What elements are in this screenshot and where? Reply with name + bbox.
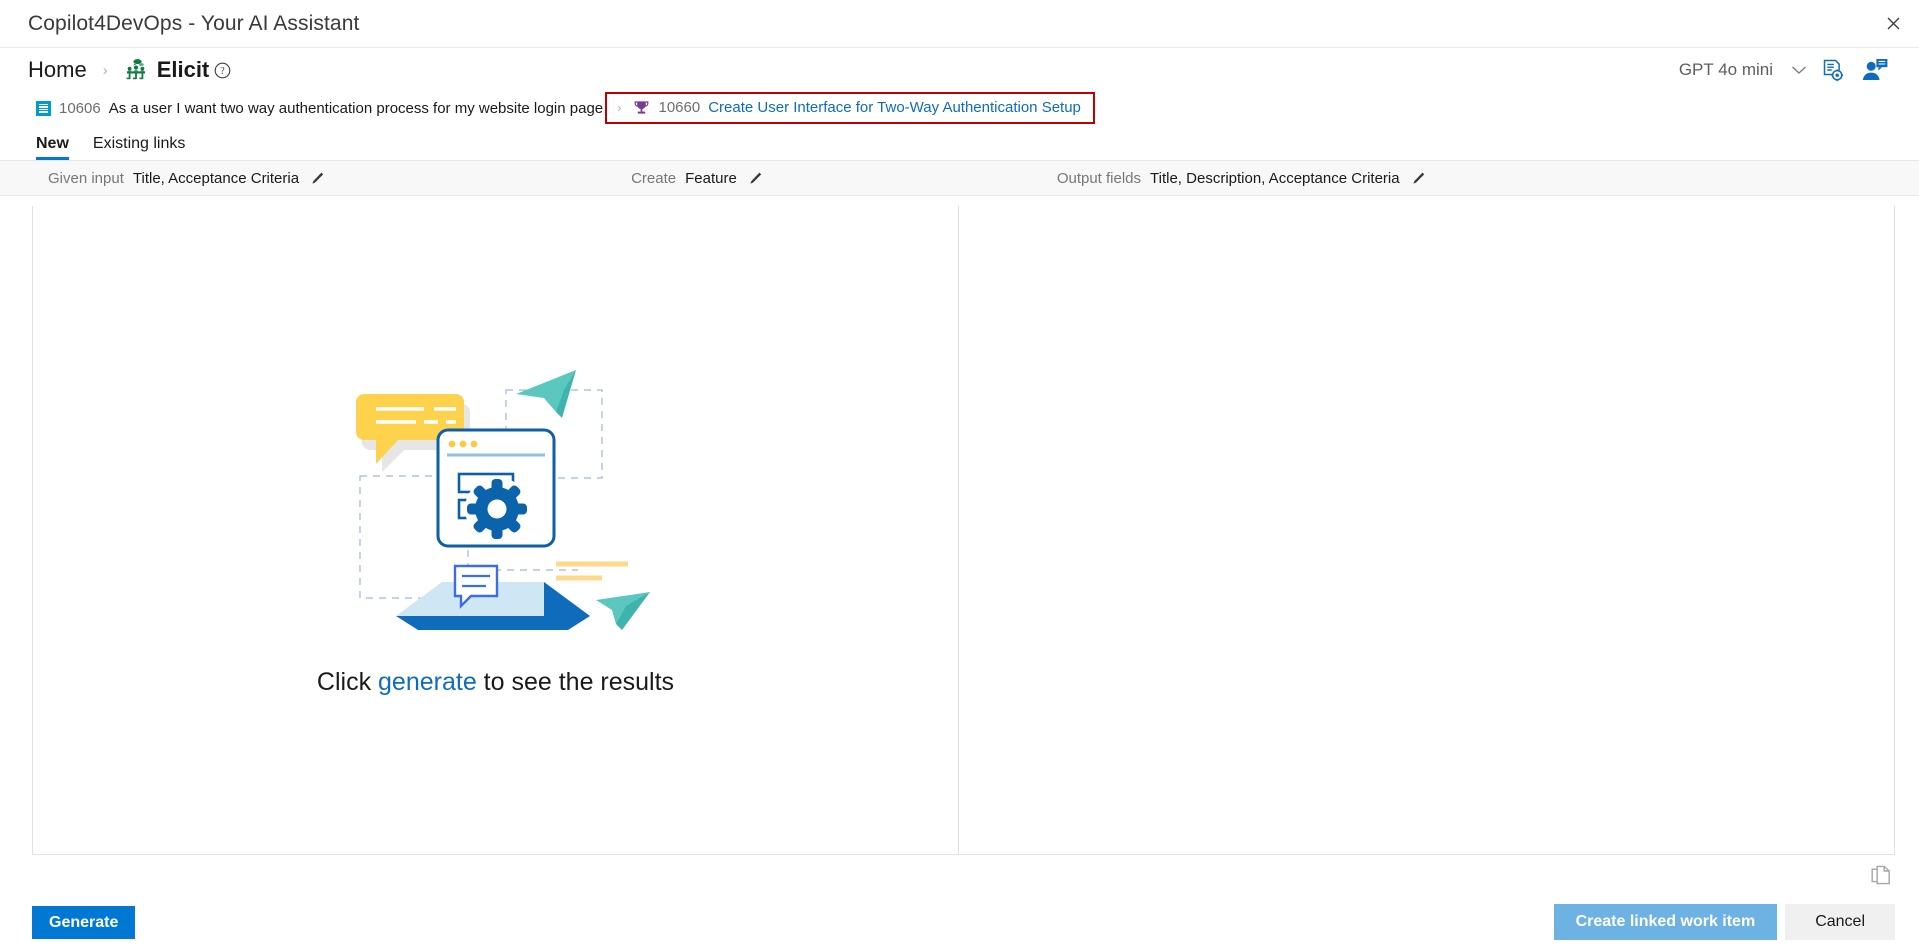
create-type-group: Create Feature [631, 170, 763, 187]
close-window-button[interactable] [1867, 0, 1919, 47]
tab-bar: New Existing links [0, 124, 1919, 160]
breadcrumb: Home › Elicit ? GPT 4o mini [0, 48, 1919, 92]
generation-settings-bar: Given input Title, Acceptance Criteria C… [0, 160, 1919, 196]
copy-strip [0, 855, 1919, 895]
footer-right-actions: Create linked work item Cancel [1553, 904, 1895, 940]
breadcrumb-separator: › [102, 61, 108, 79]
model-selector-chevron[interactable] [1787, 59, 1811, 81]
pencil-icon [1412, 172, 1424, 184]
target-work-item-id: 10660 [658, 99, 701, 116]
help-button[interactable]: ? [214, 62, 231, 79]
pencil-icon [750, 172, 762, 184]
target-work-item-title[interactable]: Create User Interface for Two-Way Authen… [708, 99, 1081, 116]
chevron-down-icon [1792, 66, 1806, 74]
empty-state-text: Click generate to see the results [317, 668, 674, 697]
source-work-item-id: 10606 [59, 99, 101, 117]
target-work-item-highlight[interactable]: › 10660 Create User Interface for Two-Wa… [605, 92, 1095, 124]
content-area: Click generate to see the results [32, 206, 1895, 855]
input-pane: Click generate to see the results [33, 206, 959, 854]
generate-link[interactable]: generate [378, 668, 477, 696]
copy-results-button[interactable] [1871, 865, 1891, 886]
output-fields-label: Output fields [1056, 169, 1142, 187]
footer-bar: Generate Create linked work item Cancel [0, 895, 1919, 949]
tab-new[interactable]: New [36, 135, 69, 160]
persona-button[interactable] [1853, 53, 1895, 87]
window-titlebar: Copilot4DevOps - Your AI Assistant [0, 0, 1919, 48]
pencil-icon [312, 172, 324, 184]
source-work-item[interactable]: 10606 As a user I want two way authentic… [36, 100, 603, 117]
given-input-label: Given input [48, 169, 124, 187]
create-linked-work-item-button[interactable]: Create linked work item [1553, 904, 1778, 940]
copilot4devops-window: Copilot4DevOps - Your AI Assistant Home … [0, 0, 1919, 949]
given-input-value: Title, Acceptance Criteria [132, 169, 300, 187]
source-work-item-title: As a user I want two way authentication … [108, 99, 604, 117]
generate-results-illustration [356, 369, 651, 630]
empty-state: Click generate to see the results [317, 348, 674, 697]
create-value: Feature [685, 169, 737, 187]
create-label: Create [631, 169, 677, 187]
user-story-icon [36, 100, 51, 116]
output-fields-value: Title, Description, Acceptance Criteria [1150, 169, 1400, 187]
help-circle-icon: ? [214, 62, 231, 78]
empty-text-before: Click [316, 667, 379, 696]
tab-existing-links[interactable]: Existing links [93, 135, 185, 160]
breadcrumb-left: Home › Elicit ? [28, 57, 231, 83]
model-selector-label[interactable]: GPT 4o mini [1679, 60, 1773, 80]
document-settings-icon [1823, 59, 1843, 81]
copy-pages-icon [1871, 865, 1890, 884]
target-work-item[interactable]: 10660 Create User Interface for Two-Way … [633, 99, 1081, 116]
results-pane [959, 206, 1894, 854]
generate-button[interactable]: Generate [32, 905, 136, 939]
elicit-people-icon [126, 59, 145, 80]
window-title: Copilot4DevOps - Your AI Assistant [28, 11, 360, 35]
work-item-arrow: › [617, 100, 622, 115]
prompt-settings-button[interactable] [1811, 53, 1853, 87]
empty-text-after: to see the results [476, 667, 675, 696]
work-item-link-bar: 10606 As a user I want two way authentic… [0, 92, 1919, 124]
output-fields-edit-button[interactable] [1411, 171, 1426, 186]
cancel-button[interactable]: Cancel [1785, 904, 1895, 940]
breadcrumb-current-label: Elicit [156, 57, 210, 82]
svg-text:?: ? [221, 66, 226, 77]
close-icon [1887, 17, 1899, 30]
breadcrumb-item-home[interactable]: Home [28, 57, 87, 83]
breadcrumb-item-elicit[interactable]: Elicit [124, 57, 210, 83]
person-chat-icon [1862, 58, 1887, 80]
create-edit-button[interactable] [748, 171, 763, 186]
header-tools: GPT 4o mini [1679, 53, 1895, 87]
feature-trophy-icon [635, 101, 649, 114]
given-input-group: Given input Title, Acceptance Criteria [48, 170, 325, 187]
given-input-edit-button[interactable] [310, 171, 325, 186]
output-fields-group: Output fields Title, Description, Accept… [1057, 170, 1426, 187]
